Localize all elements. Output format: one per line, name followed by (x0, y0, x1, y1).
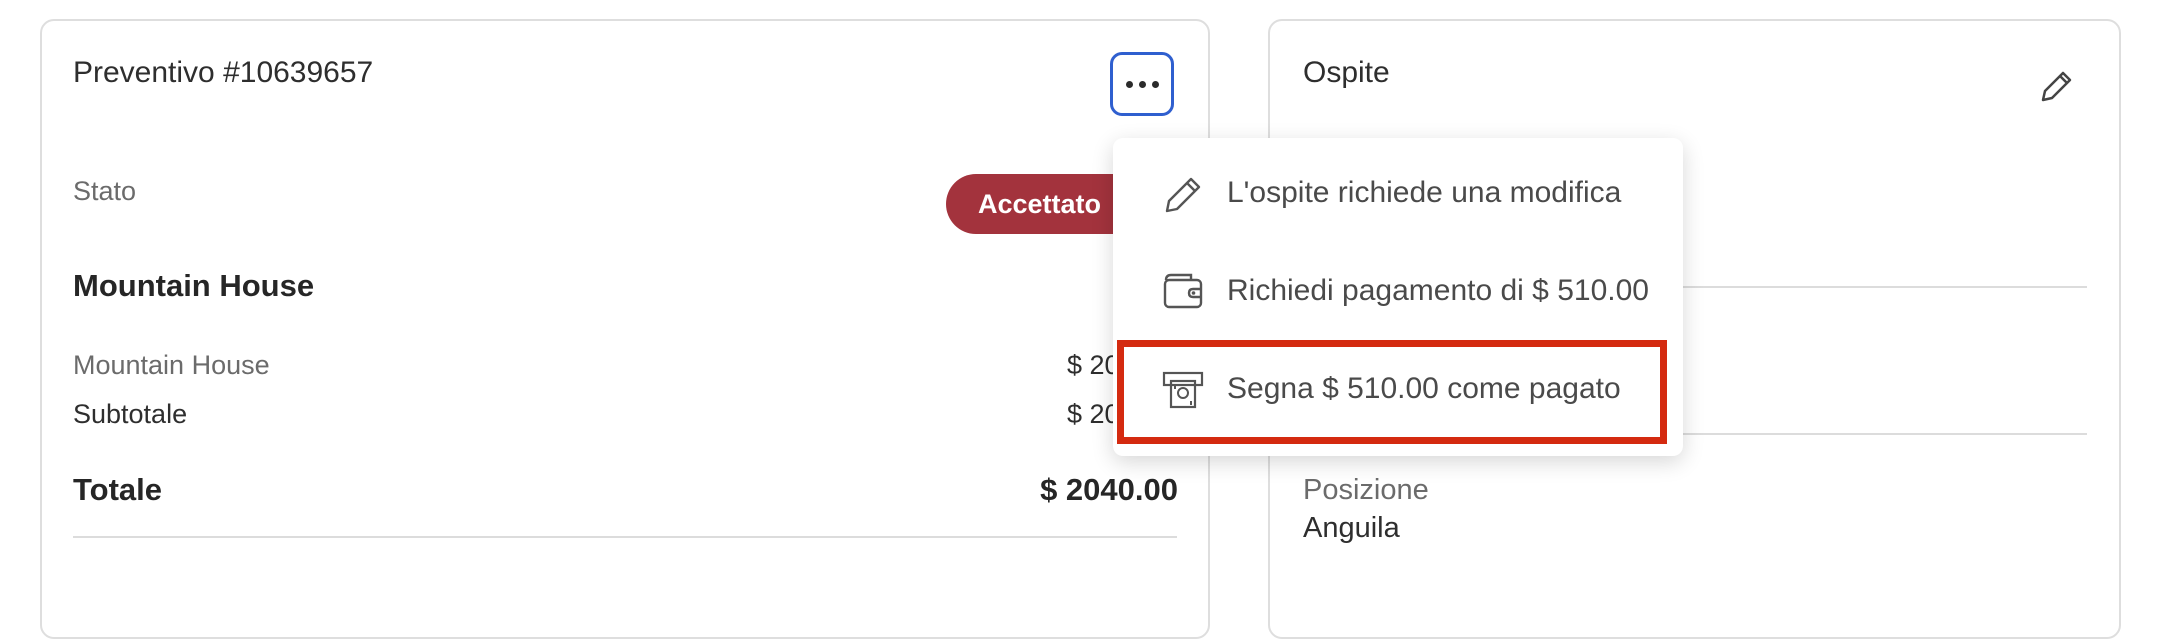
menu-item-mark-paid[interactable]: Segna $ 510.00 come pagato (1113, 344, 1683, 434)
total-label: Totale (73, 472, 162, 507)
menu-item-label: Segna $ 510.00 come pagato (1227, 372, 1621, 405)
menu-item-label: L'ospite richiede una modifica (1227, 176, 1622, 209)
guest-divider-2 (1680, 433, 2087, 435)
line-item-name: Mountain House (73, 350, 270, 380)
menu-item-request-change[interactable]: L'ospite richiede una modifica (1113, 148, 1683, 238)
guest-divider-1 (1680, 286, 2087, 288)
position-label: Posizione (1303, 474, 1429, 506)
quote-title: Preventivo #10639657 (73, 56, 374, 89)
quote-card (40, 19, 1210, 639)
cash-icon (1159, 365, 1207, 413)
menu-item-label: Richiedi pagamento di $ 510.00 (1227, 274, 1649, 307)
line-item-amount: $ 20 (1067, 350, 1120, 380)
edit-guest-button[interactable] (2035, 64, 2075, 108)
property-heading: Mountain House (73, 268, 315, 303)
more-options-menu: L'ospite richiede una modifica Richiedi … (1113, 138, 1683, 456)
wallet-icon (1159, 267, 1207, 315)
position-value: Anguila (1303, 512, 1400, 544)
subtotal-label: Subtotale (73, 399, 188, 429)
pencil-icon (2041, 71, 2072, 102)
status-label: Stato (73, 176, 137, 206)
guest-title: Ospite (1303, 56, 1390, 89)
total-amount: $ 2040.00 (1040, 472, 1178, 507)
subtotal-amount: $ 20 (1067, 399, 1120, 429)
quote-divider (73, 536, 1177, 538)
more-horizontal-icon (1123, 80, 1162, 88)
more-options-button[interactable] (1110, 52, 1174, 116)
pencil-icon (1159, 169, 1207, 217)
menu-item-request-payment[interactable]: Richiedi pagamento di $ 510.00 (1113, 246, 1683, 336)
